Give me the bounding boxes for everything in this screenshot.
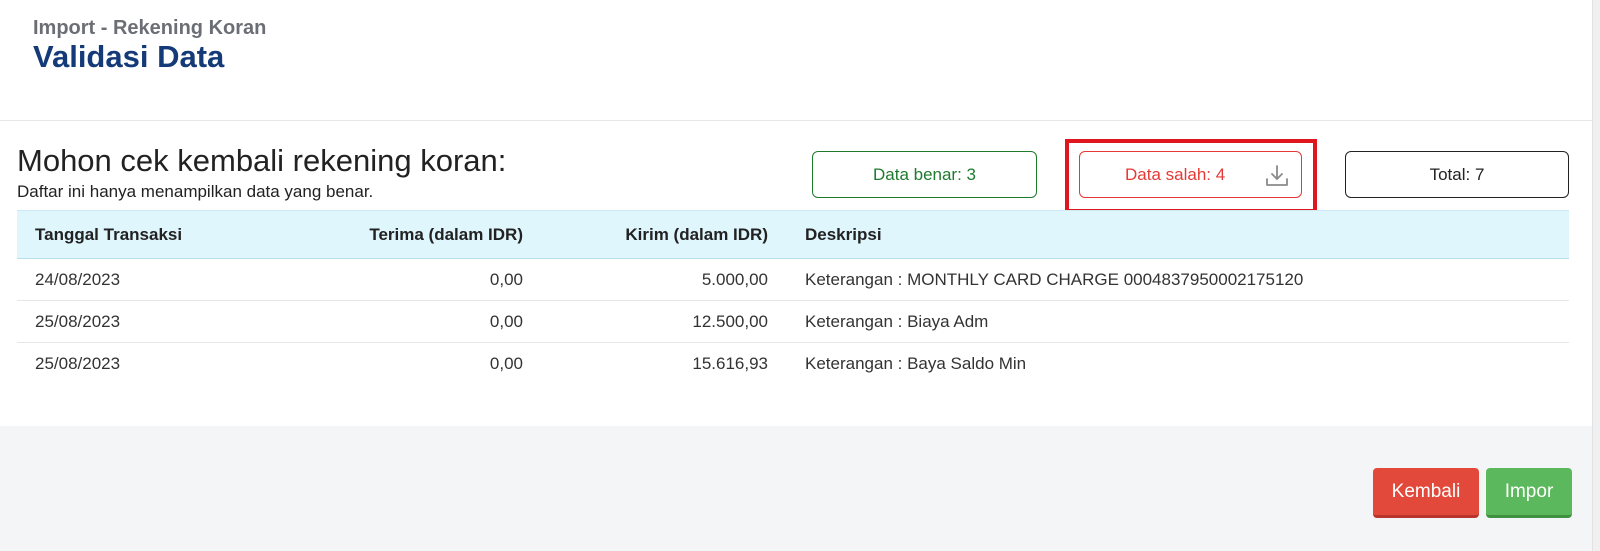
cell-received: 0,00 [256, 300, 524, 343]
cell-description: Keterangan : MONTHLY CARD CHARGE 0004837… [769, 258, 1569, 301]
cell-received: 0,00 [256, 258, 524, 301]
cell-received: 0,00 [489, 353, 523, 373]
back-button[interactable]: Kembali [1373, 468, 1479, 518]
column-header-description: Deskripsi [769, 210, 1569, 259]
vertical-scrollbar[interactable] [1592, 0, 1600, 551]
breadcrumb: Import - Rekening Koran [33, 17, 267, 39]
validation-panel: Mohon cek kembali rekening koran: Daftar… [0, 121, 1592, 426]
table-row: 25/08/2023 0,00 15.616,93 Keterangan : B… [17, 343, 1569, 385]
column-header-date: Tanggal Transaksi [17, 210, 256, 259]
correct-data-badge: Data benar: 3 [812, 151, 1037, 198]
cell-date: 24/08/2023 [17, 258, 256, 301]
cell-description: Keterangan : Biaya Adm [769, 300, 1569, 343]
table-header-row: Tanggal Transaksi Terima (dalam IDR) Kir… [17, 210, 1569, 259]
column-header-sent: Kirim (dalam IDR) [524, 210, 769, 259]
import-button[interactable]: Impor [1486, 468, 1572, 518]
table-row: 24/08/2023 0,00 5.000,00 Keterangan : MO… [17, 258, 1569, 301]
cell-description: Keterangan : Baya Saldo Min [805, 353, 1027, 373]
correct-data-label: Data benar: 3 [872, 164, 976, 184]
page-title: Validasi Data [33, 39, 225, 74]
total-data-badge: Total: 7 [1345, 151, 1569, 198]
cell-sent: 5.000,00 [524, 258, 769, 301]
section-heading: Mohon cek kembali rekening koran: [17, 143, 507, 178]
error-data-label: Data salah: 4 [1125, 164, 1226, 184]
cell-sent: 15.616,93 [692, 353, 768, 373]
total-data-label: Total: 7 [1429, 164, 1485, 184]
section-subheading: Daftar ini hanya menampilkan data yang b… [17, 182, 374, 201]
error-data-badge[interactable]: Data salah: 4 [1079, 151, 1302, 198]
cell-date: 25/08/2023 [35, 353, 121, 373]
table-row: 25/08/2023 0,00 12.500,00 Keterangan : B… [17, 300, 1569, 343]
cell-date: 25/08/2023 [17, 300, 256, 343]
download-icon[interactable] [1264, 163, 1290, 189]
column-header-received: Terima (dalam IDR) [256, 210, 524, 259]
transactions-table: Tanggal Transaksi Terima (dalam IDR) Kir… [17, 210, 1569, 384]
cell-sent: 12.500,00 [524, 300, 769, 343]
page: Import - Rekening Koran Validasi Data Mo… [0, 0, 1600, 551]
page-header: Import - Rekening Koran Validasi Data [0, 0, 1592, 121]
